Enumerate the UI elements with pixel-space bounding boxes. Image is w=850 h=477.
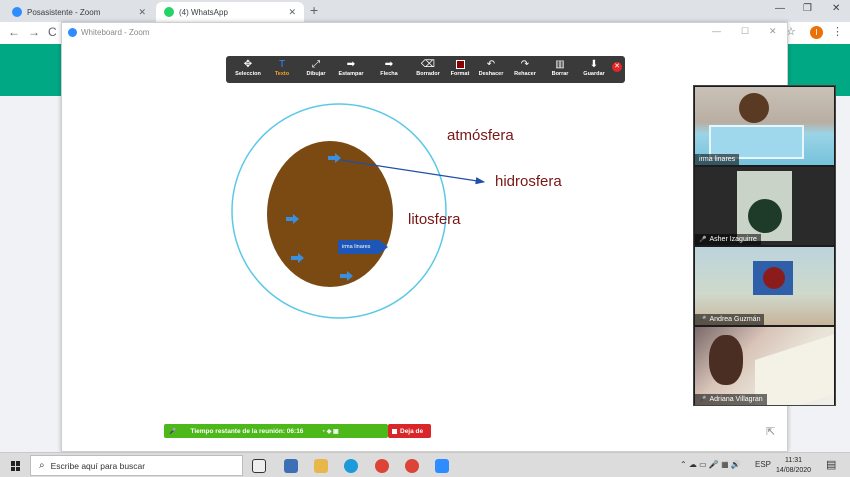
held-drawing-circle (763, 267, 785, 289)
label-hidrosfera[interactable]: hidrosfera (495, 173, 562, 190)
forward-icon[interactable]: → (28, 25, 40, 39)
new-tab-button[interactable]: + (310, 2, 318, 18)
muted-mic-icon: 🎤 (699, 237, 707, 243)
participant-face (709, 335, 743, 385)
label-litosfera[interactable]: litosfera (408, 211, 461, 228)
leave-label: Deja de (400, 427, 424, 435)
app-icon[interactable] (284, 459, 298, 473)
participant-video[interactable]: 🎤 Andrea Guzmán (695, 247, 834, 325)
participant-name-label: irma linares (695, 154, 740, 165)
close-window-icon[interactable]: ✕ (832, 3, 840, 14)
held-drawing-circle (748, 199, 782, 233)
whiteboard-canvas[interactable] (62, 23, 789, 453)
windows-taskbar: ⌕ Escribe aquí para buscar ⌃ ☁ ▭ 🎤 ▦ 🔊 E… (0, 452, 850, 477)
leave-button[interactable]: Deja de (388, 424, 431, 438)
participant-name-label: 🎤 Andrea Guzmán (695, 314, 765, 325)
close-tab-icon[interactable]: ✕ (288, 7, 296, 18)
zoom-icon (12, 7, 22, 17)
restore-icon[interactable]: ❐ (803, 3, 812, 14)
muted-mic-icon: 🎤 (699, 397, 707, 403)
search-placeholder: Escribe aquí para buscar (50, 460, 146, 471)
notifications-icon[interactable]: ▤ (826, 458, 836, 471)
close-tab-icon[interactable]: ✕ (138, 7, 146, 18)
participant-name-label: 🎤 Asher Izaguirre (695, 234, 761, 245)
chrome-profile-icon[interactable] (405, 459, 419, 473)
annotator-name-tag: irma linares (338, 240, 388, 254)
stop-icon (392, 428, 397, 434)
windows-start-icon[interactable] (11, 461, 21, 471)
menu-kebab-icon[interactable]: ⋮ (832, 25, 843, 38)
muted-mic-icon: 🎤 (699, 317, 707, 323)
participant-name-label: 🎤 Adriana Villagran (695, 394, 767, 405)
whatsapp-icon (164, 7, 174, 17)
meeting-timer-bar: 🎤 Tiempo restante de la reunión: 06:16 ◔… (164, 424, 388, 438)
participant-video-panel: irma linares 🎤 Asher Izaguirre 🎤 Andrea Gu… (693, 85, 836, 406)
taskbar-clock[interactable]: 11:31 14/08/2020 (776, 456, 811, 476)
tab-whatsapp[interactable]: (4) WhatsApp ✕ (156, 2, 304, 22)
edge-icon[interactable] (344, 459, 358, 473)
tab-title: Posasistente - Zoom (27, 7, 101, 17)
back-icon[interactable]: ← (8, 25, 20, 39)
minimize-icon[interactable]: — (775, 3, 785, 14)
system-tray-icons[interactable]: ⌃ ☁ ▭ 🎤 ▦ 🔊 (680, 460, 741, 469)
participant-face (739, 93, 769, 123)
chrome-icon[interactable] (375, 459, 389, 473)
search-icon: ⌕ (39, 460, 45, 471)
mic-icon[interactable]: 🎤 (169, 428, 176, 435)
taskbar-search-box[interactable]: ⌕ Escribe aquí para buscar (30, 455, 243, 476)
participant-video[interactable]: irma linares (695, 87, 834, 165)
held-paper (755, 334, 834, 405)
meeting-remaining-time: Tiempo restante de la reunión: 06:16 (190, 427, 304, 435)
security-icon[interactable]: ◔ ◆ ▣ (321, 428, 338, 435)
tab-title: (4) WhatsApp (179, 7, 228, 17)
clock-time: 11:31 (785, 457, 803, 464)
share-icon[interactable]: ⇱ (766, 425, 775, 438)
tab-zoom[interactable]: Posasistente - Zoom ✕ (4, 2, 154, 22)
whiteboard-window: Whiteboard - Zoom — ☐ ✕ ✥ Seleccion T Te… (61, 22, 788, 452)
participant-video[interactable]: 🎤 Adriana Villagran (695, 327, 834, 405)
clock-date: 14/08/2020 (776, 467, 812, 474)
label-atmosfera[interactable]: atmósfera (447, 127, 514, 144)
zoom-app-icon[interactable] (435, 459, 449, 473)
file-explorer-icon[interactable] (314, 459, 328, 473)
task-view-icon[interactable] (252, 459, 266, 473)
participant-video[interactable]: 🎤 Asher Izaguirre (695, 167, 834, 245)
profile-avatar[interactable]: I (810, 26, 823, 39)
browser-tab-strip: Posasistente - Zoom ✕ (4) WhatsApp ✕ + —… (0, 0, 850, 22)
lithosphere-ellipse (267, 141, 393, 287)
reload-icon[interactable]: C (48, 25, 57, 39)
language-indicator[interactable]: ESP (755, 460, 771, 469)
